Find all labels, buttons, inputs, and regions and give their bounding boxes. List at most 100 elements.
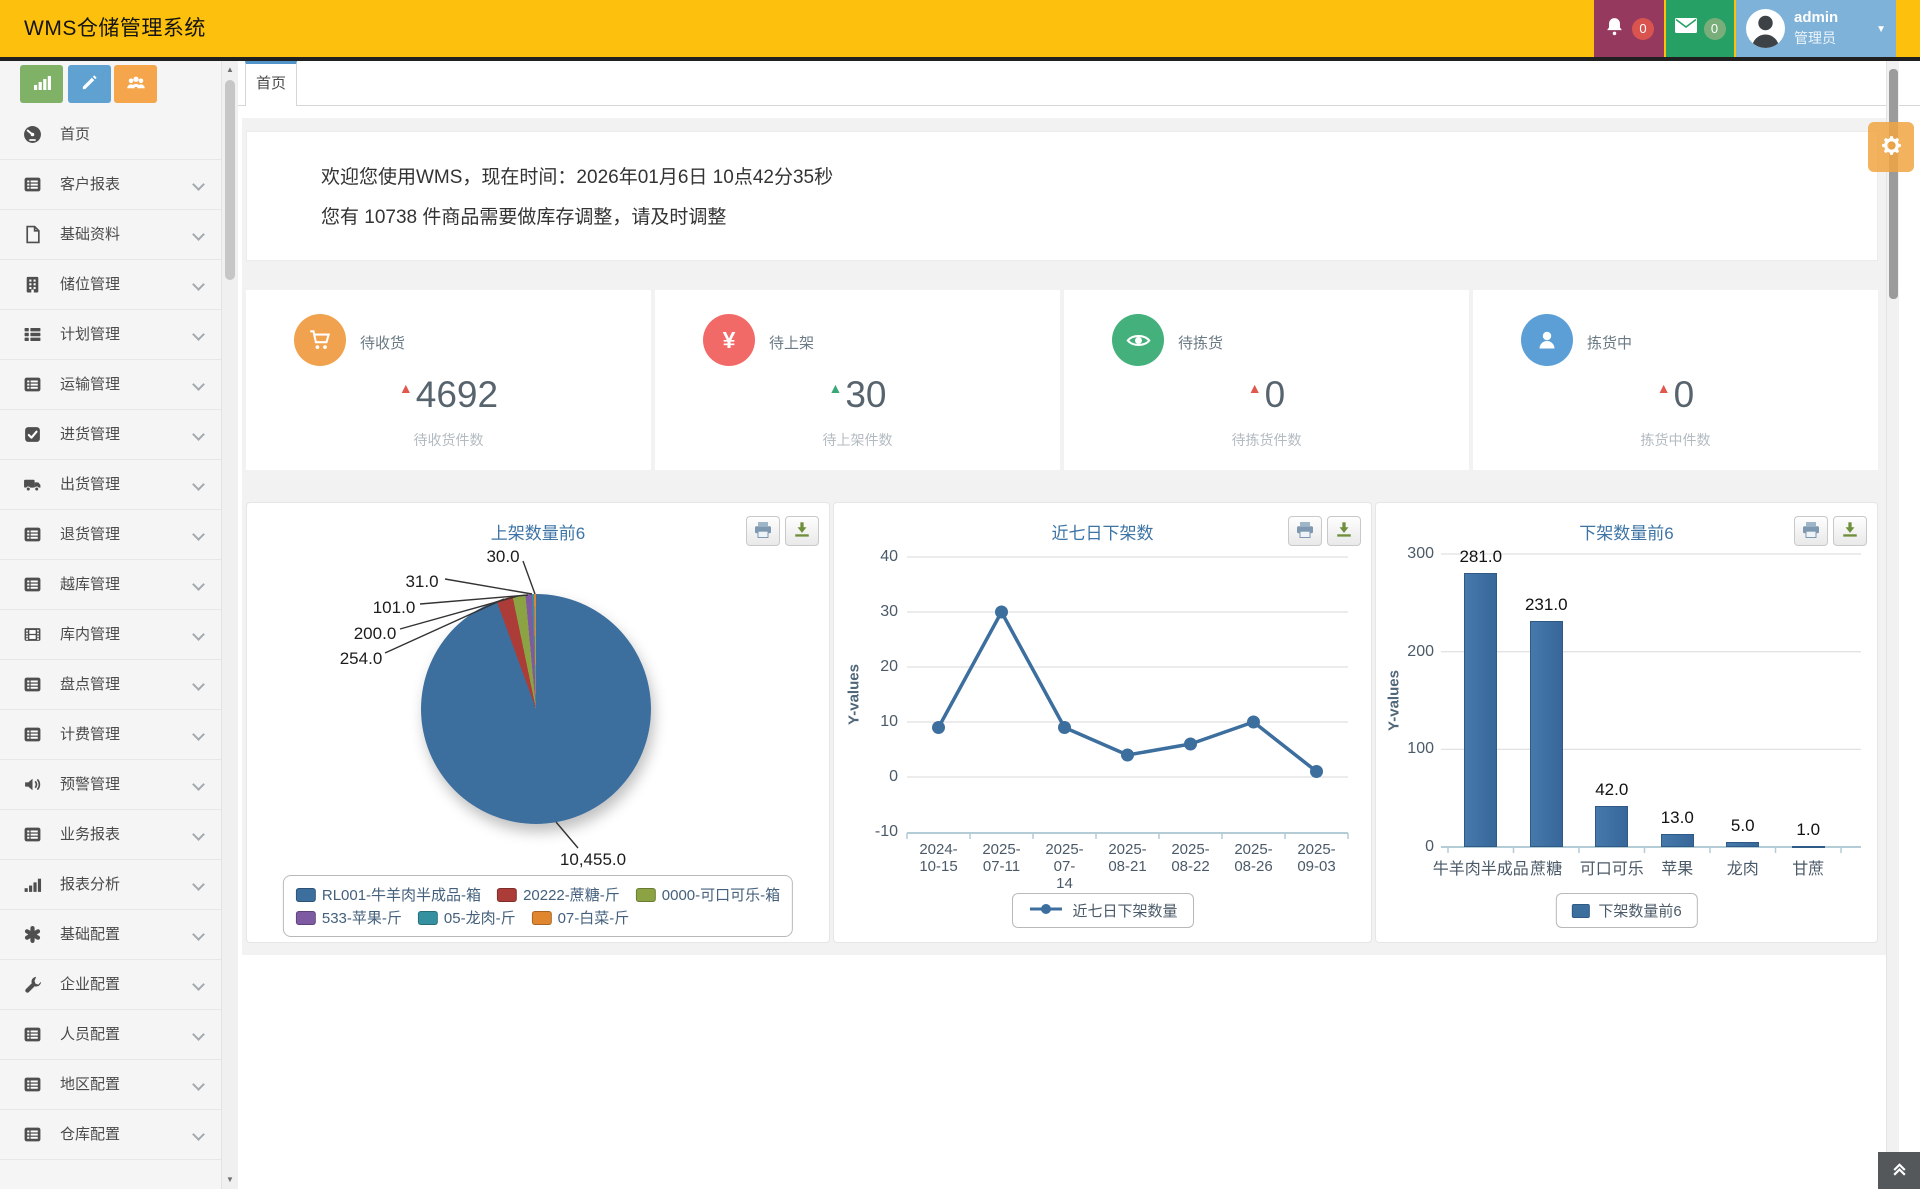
bar[interactable]: [1530, 621, 1563, 847]
sidebar-item-11[interactable]: 盘点管理: [0, 660, 221, 710]
sidebar-item-label: 仓库配置: [60, 1110, 120, 1160]
download-button[interactable]: [785, 516, 819, 546]
sidebar-item-0[interactable]: 首页: [0, 110, 221, 160]
print-button[interactable]: [1794, 516, 1828, 546]
bar[interactable]: [1726, 842, 1759, 847]
x-tick-line: 2025-: [1285, 841, 1349, 858]
sidebar-item-19[interactable]: 地区配置: [0, 1060, 221, 1110]
legend-swatch: [1571, 904, 1589, 918]
trend-up-icon: ▲: [1248, 380, 1262, 396]
sidebar-item-7[interactable]: 出货管理: [0, 460, 221, 510]
stat-value-row: ▲0: [1473, 374, 1878, 416]
legend-label: 下架数量前6: [1598, 900, 1681, 921]
sidebar-item-17[interactable]: 企业配置: [0, 960, 221, 1010]
bar[interactable]: [1792, 846, 1825, 848]
back-to-top-button[interactable]: [1878, 1152, 1920, 1189]
sidebar-item-label: 预警管理: [60, 760, 120, 810]
sidebar-item-label: 企业配置: [60, 960, 120, 1010]
bar[interactable]: [1661, 834, 1694, 847]
x-tick-line: 09-03: [1285, 858, 1349, 875]
sidebar-item-8[interactable]: 退货管理: [0, 510, 221, 560]
legend-label: RL001-牛羊肉半成品-箱: [322, 884, 481, 905]
sidebar-item-4[interactable]: 计划管理: [0, 310, 221, 360]
messages-button[interactable]: 0: [1666, 0, 1734, 57]
x-tick-label: 可口可乐: [1580, 855, 1644, 879]
notification-badge: 0: [1632, 18, 1654, 40]
sidebar-item-9[interactable]: 越库管理: [0, 560, 221, 610]
sidebar-item-13[interactable]: 预警管理: [0, 760, 221, 810]
legend-item[interactable]: 20222-蔗糖-斤: [497, 884, 620, 905]
sidebar-item-5[interactable]: 运输管理: [0, 360, 221, 410]
sidebar-item-10[interactable]: 库内管理: [0, 610, 221, 660]
list-icon: [23, 825, 42, 844]
x-tick-line: 08-22: [1159, 858, 1223, 875]
username: admin: [1794, 9, 1838, 26]
scroll-up-icon[interactable]: ▲: [222, 62, 238, 78]
pie-chart[interactable]: [421, 594, 651, 824]
tab-home[interactable]: 首页: [245, 61, 297, 106]
bar-value-label: 42.0: [1595, 780, 1628, 800]
user-menu[interactable]: admin 管理员 ▼: [1736, 0, 1896, 57]
caret-down-icon: ▼: [1876, 24, 1886, 35]
stat-label: 拣货中: [1587, 332, 1632, 353]
sidebar-item-3[interactable]: 储位管理: [0, 260, 221, 310]
x-tick-label: 2025-08-21: [1096, 841, 1160, 875]
printer-icon: [1801, 521, 1821, 542]
sidebar-item-20[interactable]: 仓库配置: [0, 1110, 221, 1160]
chevron-down-icon: [192, 1078, 205, 1091]
chart-legend[interactable]: 近七日下架数量: [1011, 893, 1193, 928]
legend-item[interactable]: 533-苹果-斤: [296, 907, 402, 928]
main-scrollbar-thumb[interactable]: [1889, 69, 1898, 299]
chevron-down-icon: [192, 878, 205, 891]
sidebar-item-16[interactable]: 基础配置: [0, 910, 221, 960]
welcome-panel: 欢迎您使用WMS，现在时间：2026年01月6日 10点42分35秒 您有 10…: [246, 131, 1878, 261]
stat-sublabel: 拣货中件数: [1473, 430, 1878, 450]
sidebar-item-2[interactable]: 基础资料: [0, 210, 221, 260]
x-tick-line: 2025-: [1033, 841, 1097, 858]
legend-item[interactable]: 0000-可口可乐-箱: [636, 884, 780, 905]
screen: WMS仓储管理系统 0 0 admin 管理员 ▼ 首页客户报表基础资料储位管理…: [0, 0, 1920, 1189]
legend-item[interactable]: RL001-牛羊肉半成品-箱: [296, 884, 481, 905]
person-icon: [1521, 314, 1573, 366]
volume-icon: [23, 775, 42, 794]
y-axis-title: Y-values: [1386, 631, 1403, 771]
notifications-button[interactable]: 0: [1594, 0, 1664, 57]
sidebar-scrollbar[interactable]: ▲ ▼: [221, 61, 238, 1189]
x-tick-line: 2025-: [970, 841, 1034, 858]
sidebar-item-15[interactable]: 报表分析: [0, 860, 221, 910]
legend-swatch: [636, 888, 656, 902]
list-icon: [23, 175, 42, 194]
sidebar-item-1[interactable]: 客户报表: [0, 160, 221, 210]
signal-icon: [23, 875, 42, 894]
x-tick-line: 07-11: [970, 858, 1034, 875]
legend-item[interactable]: 05-龙肉-斤: [418, 907, 516, 928]
settings-flyout-button[interactable]: [1868, 122, 1914, 172]
mail-icon: [1675, 18, 1697, 39]
sidebar-item-12[interactable]: 计费管理: [0, 710, 221, 760]
welcome-line1: 欢迎您使用WMS，现在时间：2026年01月6日 10点42分35秒: [321, 162, 1877, 189]
print-button[interactable]: [746, 516, 780, 546]
cart-icon: [294, 314, 346, 366]
bar[interactable]: [1595, 806, 1628, 847]
main-scrollbar[interactable]: [1886, 61, 1899, 1152]
chevron-down-icon: [192, 578, 205, 591]
stat-sublabel: 待收货件数: [246, 430, 651, 450]
bar[interactable]: [1464, 573, 1497, 847]
chart-legend[interactable]: 下架数量前6: [1555, 893, 1697, 928]
chevron-down-icon: [192, 778, 205, 791]
chevron-down-icon: [192, 228, 205, 241]
list-icon: [23, 1075, 42, 1094]
trend-up-icon: ▲: [828, 380, 842, 396]
sidebar-item-18[interactable]: 人员配置: [0, 1010, 221, 1060]
scroll-down-icon[interactable]: ▼: [222, 1172, 238, 1188]
chevron-down-icon: [192, 278, 205, 291]
legend-item[interactable]: 07-白菜-斤: [532, 907, 630, 928]
download-button[interactable]: [1833, 516, 1867, 546]
chart-toolbar: [1794, 516, 1867, 546]
sidebar-item-6[interactable]: 进货管理: [0, 410, 221, 460]
x-tick-label: 2025-07-14: [1033, 841, 1097, 892]
sidebar-item-14[interactable]: 业务报表: [0, 810, 221, 860]
legend-label: 05-龙肉-斤: [444, 907, 516, 928]
yen-icon: ¥: [703, 314, 755, 366]
sidebar-scrollbar-thumb[interactable]: [225, 80, 235, 280]
